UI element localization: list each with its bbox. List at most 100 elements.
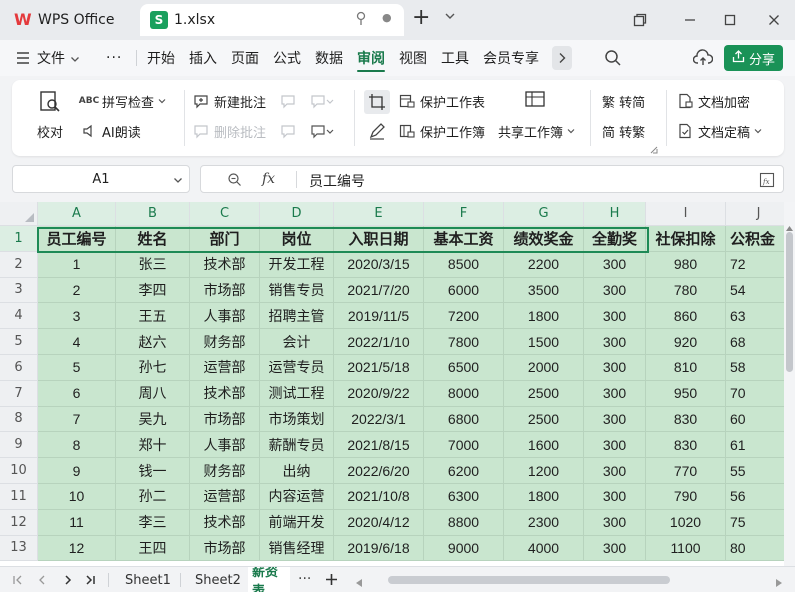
menu-file[interactable]: 文件 <box>37 40 65 76</box>
menu-more[interactable]: ··· <box>106 40 122 76</box>
table-cell[interactable]: 61 <box>726 432 792 459</box>
new-tab-button[interactable]: + <box>412 5 430 30</box>
protect-workbook-button[interactable]: 保护工作簿 <box>398 120 485 142</box>
table-cell[interactable]: 吴九 <box>116 406 190 433</box>
table-cell[interactable]: 6200 <box>424 458 504 484</box>
header-cell[interactable]: 岗位 <box>260 226 334 252</box>
table-cell[interactable]: 2500 <box>504 406 584 433</box>
document-finalize-chevron-down-icon[interactable] <box>754 127 762 135</box>
header-cell[interactable]: 部门 <box>190 226 260 252</box>
sheet-tab-sheet1[interactable]: Sheet1 <box>125 567 171 592</box>
table-cell[interactable]: 7000 <box>424 432 504 459</box>
new-comment-button[interactable]: 新建批注 <box>192 90 266 112</box>
table-cell[interactable]: 1500 <box>504 329 584 355</box>
dialog-launcher-icon[interactable] <box>650 143 658 158</box>
row-header-3[interactable]: 3 <box>0 277 38 304</box>
table-cell[interactable]: 市场部 <box>190 406 260 433</box>
maximize-icon[interactable] <box>718 8 742 32</box>
table-cell[interactable]: 前端开发 <box>260 509 334 536</box>
table-cell[interactable]: 王五 <box>116 303 190 330</box>
horizontal-scroll-thumb[interactable] <box>388 576 670 584</box>
table-cell[interactable]: 2019/11/5 <box>334 303 424 330</box>
row-header-1[interactable]: 1 <box>0 226 38 252</box>
table-cell[interactable]: 测试工程 <box>260 380 334 407</box>
more-sheets-icon[interactable]: ··· <box>298 571 311 587</box>
table-cell[interactable]: 人事部 <box>190 432 260 459</box>
table-cell[interactable]: 7200 <box>424 303 504 330</box>
table-cell[interactable]: 张三 <box>116 251 190 278</box>
table-cell[interactable]: 2200 <box>504 251 584 278</box>
table-cell[interactable]: 内容运营 <box>260 484 334 510</box>
table-cell[interactable]: 2021/8/15 <box>334 432 424 459</box>
table-cell[interactable]: 孙七 <box>116 355 190 381</box>
menu-formula[interactable]: 公式 <box>273 40 301 76</box>
comment-options-icon[interactable] <box>310 124 334 143</box>
table-cell[interactable]: 8 <box>38 432 116 459</box>
table-cell[interactable]: 60 <box>726 406 792 433</box>
table-cell[interactable]: 2020/4/12 <box>334 509 424 536</box>
table-cell[interactable]: 3 <box>38 303 116 330</box>
table-cell[interactable]: 6 <box>38 380 116 407</box>
table-cell[interactable]: 9 <box>38 458 116 484</box>
table-cell[interactable]: 6000 <box>424 277 504 304</box>
table-cell[interactable]: 6800 <box>424 406 504 433</box>
table-cell[interactable]: 李三 <box>116 509 190 536</box>
table-cell[interactable]: 300 <box>584 535 646 562</box>
zoom-formula-icon[interactable] <box>227 172 242 191</box>
table-cell[interactable]: 市场部 <box>190 277 260 304</box>
table-cell[interactable]: 7800 <box>424 329 504 355</box>
select-all-corner[interactable] <box>0 202 38 226</box>
edit-range-icon[interactable] <box>368 122 386 144</box>
table-cell[interactable]: 2022/1/10 <box>334 329 424 355</box>
insert-function-icon[interactable]: fx <box>262 171 275 187</box>
table-cell[interactable]: 300 <box>584 303 646 330</box>
table-cell[interactable]: 3500 <box>504 277 584 304</box>
table-cell[interactable]: 770 <box>646 458 726 484</box>
share-button[interactable]: 分享 <box>724 45 783 71</box>
table-cell[interactable]: 810 <box>646 355 726 381</box>
table-cell[interactable]: 300 <box>584 484 646 510</box>
table-cell[interactable]: 2022/6/20 <box>334 458 424 484</box>
row-header-5[interactable]: 5 <box>0 329 38 355</box>
table-cell[interactable]: 300 <box>584 277 646 304</box>
table-cell[interactable]: 5 <box>38 355 116 381</box>
column-header-g[interactable]: G <box>504 202 584 226</box>
row-header-10[interactable]: 10 <box>0 458 38 484</box>
sheet-tab-sheet2[interactable]: Sheet2 <box>195 567 241 592</box>
table-cell[interactable]: 1 <box>38 251 116 278</box>
simplified-to-traditional-button[interactable]: 简 转繁 <box>602 120 645 142</box>
table-cell[interactable]: 李四 <box>116 277 190 304</box>
document-finalize-button[interactable]: 文档定稿 <box>676 120 762 142</box>
table-cell[interactable]: 周八 <box>116 380 190 407</box>
name-box-chevron-down-icon[interactable] <box>173 175 183 185</box>
table-cell[interactable]: 薪酬专员 <box>260 432 334 459</box>
table-cell[interactable]: 会计 <box>260 329 334 355</box>
table-cell[interactable]: 830 <box>646 406 726 433</box>
menu-page[interactable]: 页面 <box>231 40 259 76</box>
menu-scroll-right-icon[interactable] <box>552 46 572 70</box>
table-cell[interactable]: 11 <box>38 509 116 536</box>
sheet-tab-salary[interactable]: 薪资表 <box>248 567 290 592</box>
table-cell[interactable]: 920 <box>646 329 726 355</box>
menu-view[interactable]: 视图 <box>399 40 427 76</box>
table-cell[interactable]: 财务部 <box>190 329 260 355</box>
row-header-12[interactable]: 12 <box>0 509 38 536</box>
prev-sheet-icon[interactable] <box>36 574 48 590</box>
table-cell[interactable]: 1800 <box>504 303 584 330</box>
table-cell[interactable]: 4 <box>38 329 116 355</box>
add-sheet-icon[interactable] <box>325 573 338 590</box>
header-cell[interactable]: 基本工资 <box>424 226 504 252</box>
table-cell[interactable]: 300 <box>584 380 646 407</box>
table-cell[interactable]: 运营部 <box>190 355 260 381</box>
table-cell[interactable]: 运营专员 <box>260 355 334 381</box>
row-header-13[interactable]: 13 <box>0 535 38 562</box>
table-cell[interactable]: 8000 <box>424 380 504 407</box>
next-sheet-icon[interactable] <box>62 574 74 590</box>
table-cell[interactable]: 招聘主管 <box>260 303 334 330</box>
table-cell[interactable]: 2020/3/15 <box>334 251 424 278</box>
menu-member[interactable]: 会员专享 <box>483 40 539 76</box>
file-tab[interactable]: S 1.xlsx ● <box>140 4 404 36</box>
table-cell[interactable]: 2021/7/20 <box>334 277 424 304</box>
table-cell[interactable]: 300 <box>584 251 646 278</box>
table-cell[interactable]: 790 <box>646 484 726 510</box>
